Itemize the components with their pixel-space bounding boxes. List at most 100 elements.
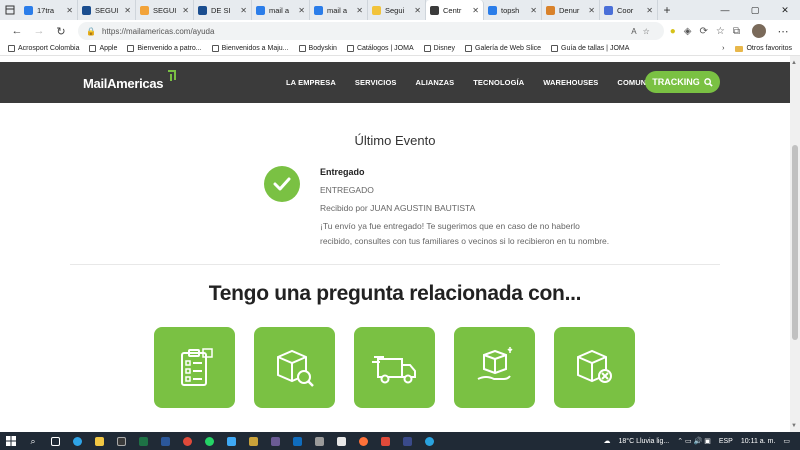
tab-favicon-icon xyxy=(24,5,33,15)
close-tab-icon[interactable]: ✕ xyxy=(124,6,131,15)
close-tab-icon[interactable]: ✕ xyxy=(66,6,73,15)
bookmark-item[interactable]: Catálogos | JOMA xyxy=(346,45,414,52)
close-window-button[interactable]: ✕ xyxy=(770,0,800,20)
tab-actions-icon[interactable] xyxy=(0,0,20,20)
app-icon-6[interactable] xyxy=(330,432,352,450)
close-tab-icon[interactable]: ✕ xyxy=(472,6,479,15)
chrome-icon[interactable] xyxy=(176,432,198,450)
tracking-button[interactable]: TRACKING xyxy=(645,71,720,93)
excel-icon[interactable] xyxy=(132,432,154,450)
menu-alianzas[interactable]: ALIANZAS xyxy=(416,78,455,87)
browser-tab[interactable]: Centr ✕ xyxy=(426,0,484,20)
scroll-up-icon[interactable]: ▲ xyxy=(791,60,797,66)
task-view-icon[interactable] xyxy=(44,432,66,450)
minimize-button[interactable]: — xyxy=(710,0,740,20)
extension-icon[interactable]: ● xyxy=(670,26,676,37)
whatsapp-icon[interactable] xyxy=(198,432,220,450)
close-tab-icon[interactable]: ✕ xyxy=(530,6,537,15)
menu-tecnologia[interactable]: TECNOLOGÍA xyxy=(473,78,524,87)
maximize-button[interactable]: ▢ xyxy=(740,0,770,20)
event-received-by: Recibido por JUAN AGUSTIN BAUTISTA xyxy=(320,203,476,213)
back-icon[interactable]: ← xyxy=(6,25,28,37)
notifications-icon[interactable]: ▭ xyxy=(783,437,790,445)
bookmark-item[interactable]: Galería de Web Slice xyxy=(465,45,541,52)
bookmark-item[interactable]: Bienvenidos a Maju... xyxy=(211,45,289,52)
faq-card-orders[interactable] xyxy=(154,327,235,408)
bookmark-item[interactable]: Acrosport Colombia xyxy=(8,45,79,52)
bookmark-label: Catálogos | JOMA xyxy=(356,45,414,52)
close-tab-icon[interactable]: ✕ xyxy=(588,6,595,15)
close-tab-icon[interactable]: ✕ xyxy=(646,6,653,15)
url-field[interactable]: 🔒 https://mailamericas.com/ayuda A☆ xyxy=(78,22,664,40)
forward-icon[interactable]: → xyxy=(28,25,50,37)
menu-servicios[interactable]: SERVICIOS xyxy=(355,78,397,87)
address-bar-row: ← → ↻ 🔒 https://mailamericas.com/ayuda A… xyxy=(0,20,800,42)
browser-tab[interactable]: topsh ✕ xyxy=(484,0,542,20)
weather-text[interactable]: 18°C Lluvia lig... xyxy=(619,438,670,445)
app-icon-2[interactable] xyxy=(220,432,242,450)
close-tab-icon[interactable]: ✕ xyxy=(356,6,363,15)
faq-card-tracking[interactable] xyxy=(254,327,335,408)
tab-favicon-icon xyxy=(604,5,613,15)
browser-toolbar: ● ◈ ⟳ ☆ ⧉ xyxy=(670,26,740,37)
close-tab-icon[interactable]: ✕ xyxy=(182,6,189,15)
collections-icon[interactable]: ⧉ xyxy=(733,26,740,37)
scrollbar-thumb[interactable] xyxy=(792,145,798,340)
browser-tab[interactable]: DE SI ✕ xyxy=(194,0,252,20)
tracking-label: TRACKING xyxy=(652,77,700,87)
bookmarks-more-icon[interactable]: › xyxy=(722,45,724,52)
app-icon-4[interactable] xyxy=(264,432,286,450)
weather-cloud-icon[interactable]: ☁ xyxy=(604,437,611,445)
bookmark-item[interactable]: Guía de tallas | JOMA xyxy=(551,45,629,52)
read-aloud-icon[interactable]: A☆ xyxy=(631,27,656,36)
more-options-icon[interactable]: ⋯ xyxy=(772,25,794,38)
bookmark-item[interactable]: Bienvenido a patro... xyxy=(127,45,202,52)
word-icon[interactable] xyxy=(154,432,176,450)
bookmark-item[interactable]: Disney xyxy=(423,45,455,52)
browser-tab[interactable]: Segui ✕ xyxy=(368,0,426,20)
close-tab-icon[interactable]: ✕ xyxy=(240,6,247,15)
bookmark-item[interactable]: Bodyskin xyxy=(298,45,337,52)
bookmark-item[interactable]: Apple xyxy=(89,45,117,52)
telegram-icon[interactable] xyxy=(418,432,440,450)
faq-card-shipping[interactable] xyxy=(354,327,435,408)
faq-card-issues[interactable] xyxy=(554,327,635,408)
close-tab-icon[interactable]: ✕ xyxy=(298,6,305,15)
windows-start-icon[interactable] xyxy=(0,432,22,450)
scroll-down-icon[interactable]: ▼ xyxy=(791,423,797,429)
app-icon-3[interactable] xyxy=(242,432,264,450)
search-icon[interactable]: ⌕ xyxy=(22,432,44,450)
bookmark-icon xyxy=(298,45,306,52)
other-favorites-link[interactable]: Otros favoritos xyxy=(746,45,792,52)
browser-tab[interactable]: Coor ✕ xyxy=(600,0,658,20)
close-tab-icon[interactable]: ✕ xyxy=(414,6,421,15)
browser-tab[interactable]: mail a ✕ xyxy=(252,0,310,20)
browser-tab[interactable]: mail a ✕ xyxy=(310,0,368,20)
clock[interactable]: 10:11 a. m. xyxy=(741,438,776,445)
refresh-icon[interactable]: ↻ xyxy=(50,25,72,38)
app-icon-1[interactable] xyxy=(110,432,132,450)
app-icon-5[interactable] xyxy=(308,432,330,450)
favorites-icon[interactable]: ☆ xyxy=(716,26,725,37)
file-explorer-icon[interactable] xyxy=(88,432,110,450)
app-icon-7[interactable] xyxy=(374,432,396,450)
outlook-icon[interactable] xyxy=(286,432,308,450)
site-logo[interactable]: MailAmericas xyxy=(83,76,164,91)
profile-avatar[interactable] xyxy=(752,24,766,38)
tray-icons[interactable]: ⌃ ▭ 🔊 ▣ xyxy=(677,437,711,445)
browser-tab[interactable]: SEGUI ✕ xyxy=(136,0,194,20)
tab-favicon-icon xyxy=(198,5,207,15)
menu-la-empresa[interactable]: LA EMPRESA xyxy=(286,78,336,87)
extension-3-icon[interactable]: ⟳ xyxy=(700,26,708,37)
app-icon-8[interactable] xyxy=(396,432,418,450)
faq-card-delivery[interactable] xyxy=(454,327,535,408)
language-indicator[interactable]: ESP xyxy=(719,438,733,445)
browser-tab[interactable]: Denur ✕ xyxy=(542,0,600,20)
menu-warehouses[interactable]: WAREHOUSES xyxy=(543,78,598,87)
browser-tab[interactable]: SEGUI ✕ xyxy=(78,0,136,20)
firefox-icon[interactable] xyxy=(352,432,374,450)
extension-2-icon[interactable]: ◈ xyxy=(684,26,692,37)
browser-tab[interactable]: 17tra ✕ xyxy=(20,0,78,20)
edge-icon[interactable] xyxy=(66,432,88,450)
new-tab-button[interactable]: + xyxy=(658,3,676,17)
